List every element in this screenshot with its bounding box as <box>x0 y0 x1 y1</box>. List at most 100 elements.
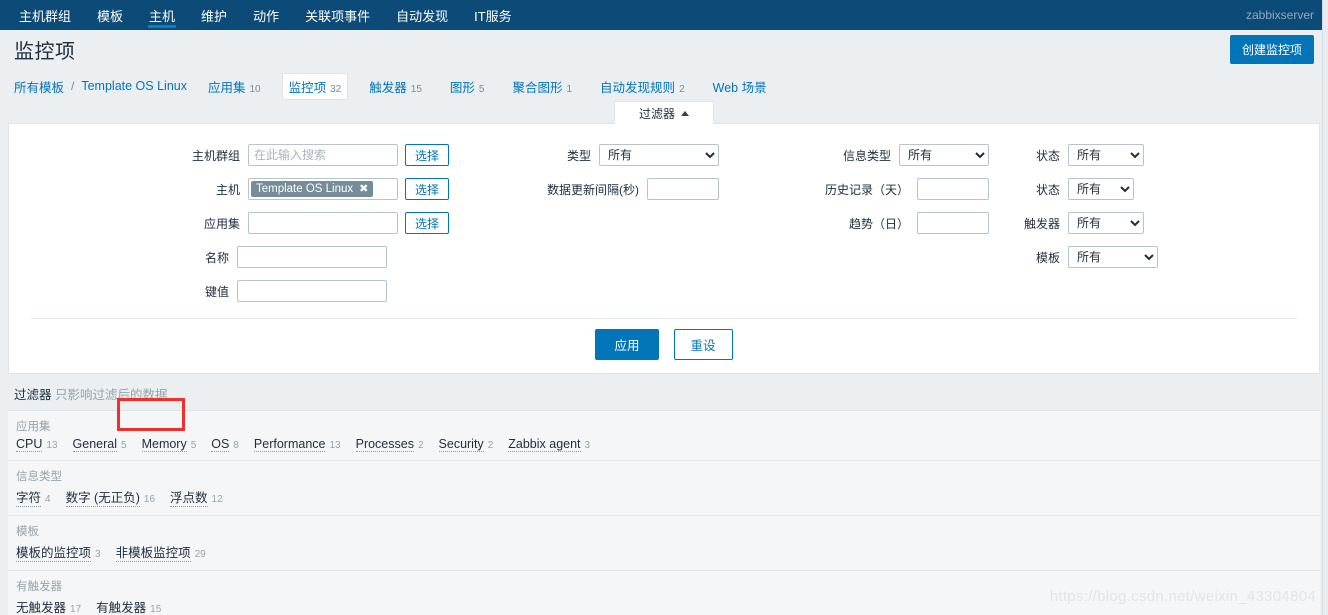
subfilter-item-os[interactable]: OS 8 <box>211 437 239 452</box>
nav-item-it-services[interactable]: IT服务 <box>461 0 525 30</box>
filter-tab-toggle[interactable]: 过滤器 <box>613 101 714 124</box>
host-group-select-button[interactable]: 选择 <box>404 144 449 166</box>
triggers-select[interactable]: 所有 <box>1068 212 1144 234</box>
nav-item-label: 动作 <box>253 8 280 24</box>
name-input[interactable] <box>237 246 387 268</box>
breadcrumb-template-name[interactable]: Template OS Linux <box>81 79 187 93</box>
nav-item-discovery[interactable]: 自动发现 <box>383 0 461 30</box>
field-row-spacer-2 <box>449 240 719 274</box>
subfilter-item-zabbix-agent[interactable]: Zabbix agent 3 <box>508 437 590 452</box>
host-multiselect[interactable]: Template OS Linux ✖ <box>247 178 398 200</box>
filter-column-left: 主机群组 选择 主机 Template OS Linux ✖ 选择 应用集 <box>9 138 449 308</box>
user-name: zabbixserver <box>1245 8 1314 22</box>
tab-count: 2 <box>679 83 685 95</box>
tab-items[interactable]: 监控项 32 <box>281 72 349 100</box>
subfilter-item-performance[interactable]: Performance 13 <box>253 437 341 452</box>
host-chip[interactable]: Template OS Linux ✖ <box>250 181 374 197</box>
apply-button[interactable]: 应用 <box>595 329 659 360</box>
subfilter-item-cpu[interactable]: CPU 13 <box>16 437 58 452</box>
subfilter-item-character[interactable]: 字符 4 <box>16 487 51 507</box>
subfilter-item-security[interactable]: Security 2 <box>438 437 493 452</box>
item-count: 5 <box>190 440 197 451</box>
subfilter-item-memory[interactable]: Memory 5 <box>141 437 197 452</box>
item-count: 17 <box>70 604 82 615</box>
nav-item-host-groups[interactable]: 主机群组 <box>6 0 84 30</box>
tab-discovery-rules[interactable]: 自动发现规则 2 <box>593 73 692 100</box>
top-navigation-bar: 主机群组 模板 主机 维护 动作 关联项事件 自动发现 IT服务 zabbixs… <box>0 0 1328 30</box>
nav-item-label: 自动发现 <box>396 8 449 24</box>
close-icon[interactable]: ✖ <box>359 182 368 195</box>
value-type-select[interactable]: 所有 <box>899 144 989 166</box>
nav-item-templates[interactable]: 模板 <box>84 0 136 30</box>
section-label: 模板 <box>16 526 39 538</box>
subfilter-section-templates: 模板 模板的监控项 3 非模板监控项 29 <box>8 516 1320 571</box>
tab-triggers[interactable]: 触发器 15 <box>362 73 429 100</box>
nav-item-hosts[interactable]: 主机 <box>136 0 188 30</box>
trends-input[interactable] <box>917 212 989 234</box>
templated-select[interactable]: 所有 <box>1068 246 1158 268</box>
history-input[interactable] <box>917 178 989 200</box>
item-count: 8 <box>233 440 239 451</box>
field-row-key: 键值 <box>9 274 449 308</box>
filter-tab-label: 过滤器 <box>638 107 675 121</box>
tab-graphs[interactable]: 图形 5 <box>443 73 492 100</box>
item-count: 13 <box>329 440 341 451</box>
state-select[interactable]: 所有 <box>1068 144 1144 166</box>
tab-applications[interactable]: 应用集 10 <box>201 73 268 100</box>
nav-item-label: 主机 <box>149 8 176 24</box>
filter-fields-grid: 主机群组 选择 主机 Template OS Linux ✖ 选择 应用集 <box>9 138 1319 312</box>
update-interval-input[interactable] <box>647 178 719 200</box>
subfilter-item-numeric-unsigned[interactable]: 数字 (无正负) 16 <box>65 487 155 507</box>
application-input[interactable] <box>247 212 398 234</box>
subfilter-item-without-triggers[interactable]: 无触发器 17 <box>16 597 81 615</box>
field-row-trends: 趋势（日） <box>719 206 989 240</box>
subfilter-item-numeric-float[interactable]: 浮点数 12 <box>170 487 223 507</box>
section-items: 字符 4 数字 (无正负) 16 浮点数 12 <box>16 487 1312 507</box>
item-count: 3 <box>95 549 101 560</box>
tab-label: 监控项 <box>288 80 327 95</box>
nav-item-label: 维护 <box>201 8 228 24</box>
vertical-scrollbar[interactable] <box>1322 0 1328 615</box>
trends-label: 趋势（日） <box>848 216 909 231</box>
field-row-templated: 模板 所有 <box>989 240 1319 274</box>
application-select-button[interactable]: 选择 <box>404 212 449 234</box>
subfilter-item-non-templated-items[interactable]: 非模板监控项 29 <box>115 542 206 562</box>
page-title: 监控项 <box>14 40 76 63</box>
create-item-button[interactable]: 创建监控项 <box>1229 34 1314 64</box>
reset-button[interactable]: 重设 <box>673 329 733 360</box>
section-label: 应用集 <box>16 421 51 433</box>
subfilter-item-with-triggers[interactable]: 有触发器 15 <box>96 597 161 615</box>
nav-item-correlation-events[interactable]: 关联项事件 <box>292 0 383 30</box>
subfilter-title: 过滤器 <box>14 388 52 402</box>
history-label: 历史记录（天） <box>824 182 909 197</box>
subfilter-header: 过滤器 只影响过滤后的数据 <box>0 374 1328 410</box>
current-user-label[interactable]: zabbixserver <box>1246 0 1328 30</box>
breadcrumb-all-templates[interactable]: 所有模板 <box>14 77 64 96</box>
item-name: 数字 (无正负) <box>65 487 140 507</box>
type-select[interactable]: 所有 <box>599 144 719 166</box>
subfilter-section-value-types: 信息类型 字符 4 数字 (无正负) 16 浮点数 12 <box>8 461 1320 516</box>
item-name: Zabbix agent <box>508 437 581 452</box>
subfilter-item-processes[interactable]: Processes 2 <box>355 437 424 452</box>
item-name: OS <box>211 437 230 452</box>
tab-web-scenarios[interactable]: Web 场景 <box>706 73 778 100</box>
status-select[interactable]: 所有 <box>1068 178 1134 200</box>
tab-label: Web 场景 <box>712 80 767 95</box>
field-row-update-interval: 数据更新间隔(秒) <box>449 172 719 206</box>
tab-count: 1 <box>566 83 573 95</box>
breadcrumb-separator: / <box>71 79 75 93</box>
item-name: Processes <box>355 437 414 452</box>
nav-item-maintenance[interactable]: 维护 <box>188 0 240 30</box>
subfilter-item-templated-items[interactable]: 模板的监控项 3 <box>16 542 101 562</box>
field-row-spacer-4 <box>719 240 989 274</box>
item-count: 2 <box>417 440 424 451</box>
tab-screens[interactable]: 聚合图形 1 <box>505 73 579 100</box>
item-name: General <box>72 437 118 452</box>
subfilter-item-general[interactable]: General 5 <box>72 437 127 452</box>
nav-item-actions[interactable]: 动作 <box>240 0 292 30</box>
key-input[interactable] <box>237 280 387 302</box>
field-row-host-group: 主机群组 选择 <box>9 138 449 172</box>
host-group-input[interactable] <box>247 144 398 166</box>
host-select-button[interactable]: 选择 <box>404 178 449 200</box>
subfilter-note: 只影响过滤后的数据 <box>55 388 168 402</box>
